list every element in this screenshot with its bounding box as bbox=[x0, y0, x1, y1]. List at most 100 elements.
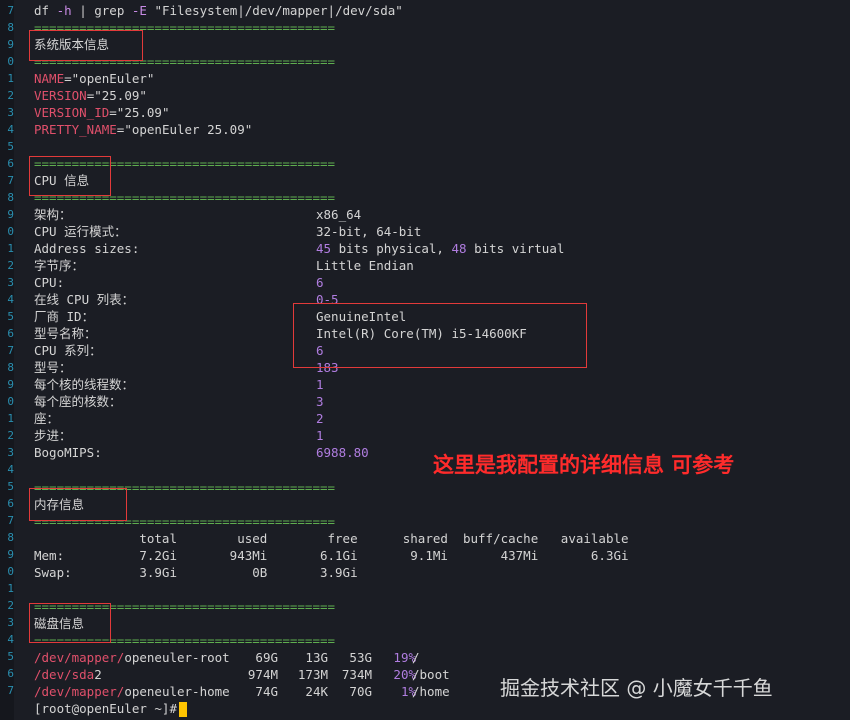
line-number: 2 bbox=[7, 599, 14, 612]
line-number: 9 bbox=[7, 38, 14, 51]
disk-used: 13G bbox=[305, 650, 328, 665]
annotation-text: 这里是我配置的详细信息 可参考 bbox=[433, 453, 735, 477]
section-title-cpu: CPU 信息 bbox=[34, 173, 90, 188]
disk-pct: 1% bbox=[400, 684, 416, 699]
separator: ======================================== bbox=[34, 190, 336, 205]
cpu-info-label: 座： bbox=[34, 411, 60, 426]
separator: ======================================== bbox=[34, 633, 336, 648]
disk-device-name: openeuler-home bbox=[124, 684, 230, 699]
line-number: 3 bbox=[7, 276, 14, 289]
disk-device-prefix: /dev/mapper/ bbox=[34, 650, 125, 665]
disk-row: /dev/mapper/openeuler-home bbox=[34, 683, 230, 700]
line-number: 7 bbox=[7, 684, 14, 697]
line-number: 0 bbox=[7, 225, 14, 238]
cpu-value-part: bits virtual bbox=[466, 241, 565, 256]
line-number: 7 bbox=[7, 514, 14, 527]
disk-used: 24K bbox=[305, 684, 328, 699]
os-value: "openEuler" bbox=[71, 71, 155, 86]
line-number: 2 bbox=[7, 89, 14, 102]
cpu-info-label: 每个座的核数： bbox=[34, 394, 122, 409]
shell-prompt-line[interactable]: [root@openEuler ~]# bbox=[34, 700, 187, 717]
line-number: 0 bbox=[7, 55, 14, 68]
cpu-info-label: 每个核的线程数： bbox=[34, 377, 135, 392]
line-number: 8 bbox=[7, 191, 14, 204]
line-number: 1 bbox=[7, 582, 14, 595]
line-number: 1 bbox=[7, 72, 14, 85]
command-pattern: "Filesystem|/dev/mapper|/dev/sda" bbox=[154, 3, 403, 18]
line-number: 4 bbox=[7, 463, 14, 476]
os-release-line: VERSION="25.09" bbox=[34, 87, 147, 104]
cpu-info-label: CPU 系列： bbox=[34, 343, 102, 358]
cpu-info-label: 厂商 ID： bbox=[34, 309, 95, 324]
os-release-line: PRETTY_NAME="openEuler 25.09" bbox=[34, 121, 252, 138]
cpu-info-label: 在线 CPU 列表： bbox=[34, 292, 135, 307]
line-number: 8 bbox=[7, 361, 14, 374]
cpu-info-value: 6 bbox=[316, 343, 324, 358]
os-equals: = bbox=[109, 105, 117, 120]
disk-device-prefix: /dev/mapper/ bbox=[34, 684, 125, 699]
cpu-value-part: 48 bbox=[451, 241, 467, 256]
disk-size: 69G bbox=[255, 650, 278, 665]
cpu-info-label: 步进： bbox=[34, 428, 72, 443]
cpu-value-part: 45 bbox=[316, 241, 332, 256]
cpu-info-value: 0-5 bbox=[316, 292, 339, 307]
line-number: 1 bbox=[7, 242, 14, 255]
line-number: 0 bbox=[7, 395, 14, 408]
section-title-disk: 磁盘信息 bbox=[34, 616, 85, 631]
shell-prompt: [root@openEuler ~]# bbox=[34, 701, 177, 716]
cpu-info-label: BogoMIPS: bbox=[34, 445, 102, 460]
line-number: 9 bbox=[7, 378, 14, 391]
cpu-info-value: 1 bbox=[316, 428, 324, 443]
cpu-info-value: 3 bbox=[316, 394, 324, 409]
cpu-info-value: GenuineIntel bbox=[316, 309, 407, 324]
os-value: "openEuler 25.09" bbox=[124, 122, 253, 137]
os-release-line: NAME="openEuler" bbox=[34, 70, 154, 87]
line-number: 7 bbox=[7, 174, 14, 187]
os-value: "25.09" bbox=[116, 105, 170, 120]
line-number: 3 bbox=[7, 616, 14, 629]
cpu-info-value: 45 bits physical, 48 bits virtual bbox=[316, 240, 564, 257]
disk-size: 974M bbox=[247, 667, 278, 682]
cpu-info-value: Little Endian bbox=[316, 258, 414, 273]
command-name: df bbox=[34, 3, 50, 18]
line-number: 6 bbox=[7, 497, 14, 510]
cpu-info-label: 架构： bbox=[34, 207, 72, 222]
line-number: 5 bbox=[7, 650, 14, 663]
line-number: 7 bbox=[7, 344, 14, 357]
disk-mount: /home bbox=[412, 684, 450, 699]
line-number: 0 bbox=[7, 565, 14, 578]
os-key: VERSION_ID bbox=[34, 105, 110, 120]
command-flag-e: -E bbox=[131, 3, 147, 18]
disk-avail: 734M bbox=[341, 667, 372, 682]
cpu-info-value: x86_64 bbox=[316, 207, 362, 222]
line-number: 8 bbox=[7, 531, 14, 544]
cpu-info-value: 32-bit, 64-bit bbox=[316, 224, 422, 239]
command-line: df -h | grep -E "Filesystem|/dev/mapper|… bbox=[34, 2, 403, 19]
command-flag-h: -h bbox=[56, 3, 72, 18]
mem-row: Swap: 3.9Gi 0B 3.9Gi bbox=[34, 565, 358, 580]
cpu-info-label: CPU: bbox=[34, 275, 65, 290]
os-key: VERSION bbox=[34, 88, 87, 103]
line-number: 9 bbox=[7, 548, 14, 561]
line-number: 4 bbox=[7, 633, 14, 646]
line-number: 6 bbox=[7, 157, 14, 170]
os-value: "25.09" bbox=[94, 88, 147, 103]
disk-used: 173M bbox=[297, 667, 328, 682]
disk-avail: 70G bbox=[349, 684, 372, 699]
os-release-line: VERSION_ID="25.09" bbox=[34, 104, 169, 121]
separator: ======================================== bbox=[34, 599, 336, 614]
line-number: 2 bbox=[7, 429, 14, 442]
disk-device-prefix: /dev/sda bbox=[34, 667, 95, 682]
disk-avail: 53G bbox=[349, 650, 372, 665]
cpu-info-value: 1 bbox=[316, 377, 324, 392]
line-number: 5 bbox=[7, 310, 14, 323]
os-equals: = bbox=[64, 71, 72, 86]
line-number: 6 bbox=[7, 327, 14, 340]
line-number: 5 bbox=[7, 140, 14, 153]
os-key: PRETTY_NAME bbox=[34, 122, 117, 137]
disk-mount: / bbox=[412, 650, 420, 665]
line-number: 3 bbox=[7, 446, 14, 459]
disk-row: /dev/mapper/openeuler-root bbox=[34, 649, 230, 666]
line-number: 3 bbox=[7, 106, 14, 119]
disk-device-name: 2 bbox=[94, 667, 102, 682]
